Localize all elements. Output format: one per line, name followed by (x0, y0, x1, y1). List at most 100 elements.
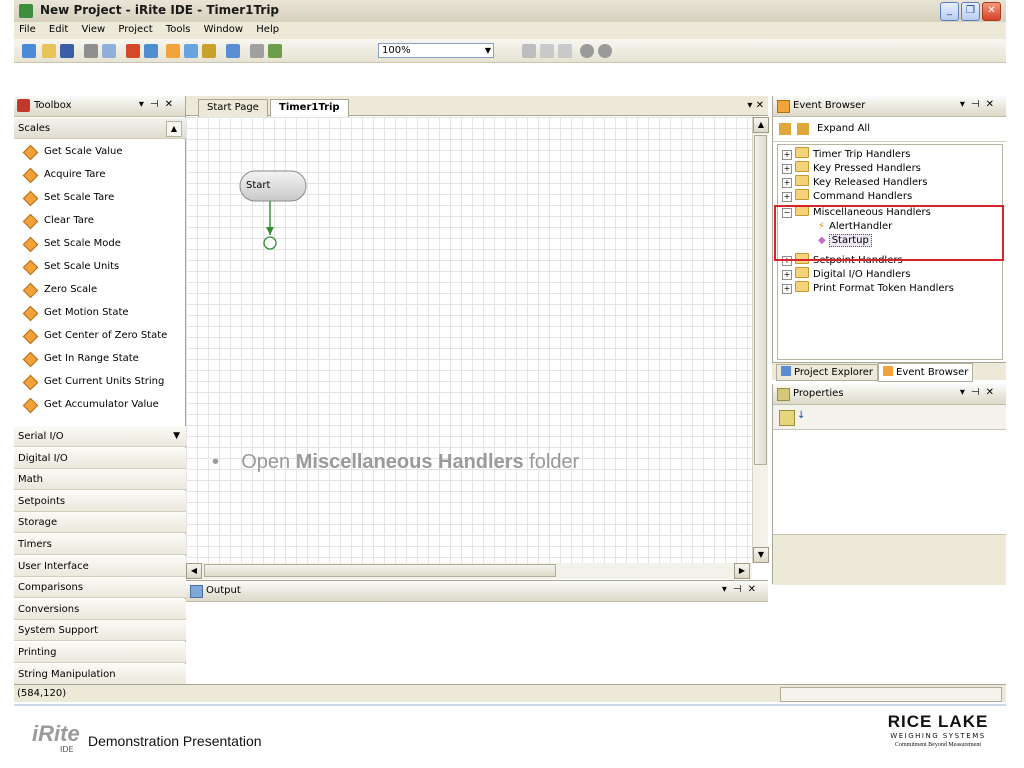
chevron-down-icon[interactable]: ▼ (173, 426, 180, 447)
menu-file[interactable]: File (14, 22, 41, 37)
toolbox-category[interactable]: String Manipulation (14, 663, 186, 685)
scroll-up-icon[interactable]: ▲ (753, 117, 769, 133)
maximize-button[interactable]: ❐ (961, 2, 980, 21)
vertical-scrollbar[interactable]: ▲ ▼ (752, 117, 769, 563)
tree-print-format[interactable]: + Print Format Token Handlers (782, 281, 954, 295)
tool-label: Acquire Tare (44, 169, 106, 180)
expand-icon[interactable] (797, 123, 809, 135)
expand-icon[interactable]: + (782, 284, 792, 294)
open-icon[interactable] (42, 44, 56, 58)
menu-help[interactable]: Help (251, 22, 284, 37)
scroll-down-icon[interactable]: ▼ (753, 547, 769, 563)
end-connector[interactable] (263, 236, 277, 250)
tab-timer1trip[interactable]: Timer1Trip (270, 99, 349, 117)
toolbox-category[interactable]: Timers (14, 534, 186, 555)
close-button[interactable]: ✕ (982, 2, 1001, 21)
horizontal-scrollbar[interactable]: ◀ ▶ (186, 563, 752, 579)
toolbox-title: Toolbox (34, 100, 72, 111)
tab-project-explorer[interactable]: Project Explorer (776, 364, 879, 381)
panel-controls[interactable]: ▾⊣✕ (722, 584, 762, 595)
toolbox-category[interactable]: Conversions (14, 598, 186, 620)
properties-title: Properties (793, 388, 844, 399)
tree-command[interactable]: + Command Handlers (782, 189, 912, 203)
toolbox-category[interactable]: Printing (14, 642, 186, 663)
paste-icon[interactable] (558, 44, 572, 58)
expand-icon[interactable]: + (782, 164, 792, 174)
menu-view[interactable]: View (76, 22, 110, 37)
list-icon[interactable] (250, 44, 264, 58)
tab-event-browser[interactable]: Event Browser (878, 363, 974, 382)
tool-item[interactable]: Acquire Tare (14, 163, 186, 186)
tree-key-released[interactable]: + Key Released Handlers (782, 175, 928, 189)
tool-item[interactable]: Get In Range State (14, 347, 186, 370)
chevron-up-icon[interactable]: ▲ (166, 121, 182, 137)
close-tab-icon[interactable]: ▾ ✕ (747, 100, 764, 111)
zoom-select[interactable]: 100% ▼ (378, 43, 494, 58)
category-label: Scales (18, 123, 51, 134)
new-project-icon[interactable] (22, 44, 36, 58)
brand-main: RICE LAKE (887, 712, 989, 731)
scroll-thumb[interactable] (754, 135, 767, 465)
event-browser-title: Event Browser (793, 100, 866, 111)
toolbox-category[interactable]: System Support (14, 620, 186, 642)
tool-label: Get Accumulator Value (44, 399, 159, 410)
flow-canvas[interactable]: Start • Open Miscellaneous Handlers fold… (186, 117, 752, 563)
tool-item[interactable]: Get Accumulator Value (14, 393, 186, 416)
scroll-right-icon[interactable]: ▶ (734, 563, 750, 579)
irite-logo: iRite IDE (32, 721, 92, 757)
panel-controls[interactable]: ▾⊣✕ (139, 99, 179, 110)
menu-window[interactable]: Window (199, 22, 248, 37)
menu-edit[interactable]: Edit (44, 22, 73, 37)
toolbox-category[interactable]: Storage (14, 512, 186, 534)
expand-icon[interactable]: + (782, 150, 792, 160)
toolbox-category[interactable]: Comparisons (14, 577, 186, 599)
scroll-left-icon[interactable]: ◀ (186, 563, 202, 579)
tool-item[interactable]: Get Current Units String (14, 370, 186, 393)
expand-icon[interactable]: + (782, 192, 792, 202)
tool-item[interactable]: Get Scale Value (14, 140, 186, 163)
toolbox-category[interactable]: Setpoints (14, 490, 186, 512)
copy-icon[interactable] (540, 44, 554, 58)
undo-icon[interactable] (580, 44, 594, 58)
tab-start-page[interactable]: Start Page (198, 99, 268, 117)
collapse-icon[interactable] (779, 123, 791, 135)
tool-item[interactable]: Get Center of Zero State (14, 324, 186, 347)
categorized-icon[interactable] (779, 410, 795, 426)
category-scales[interactable]: Scales ▲ (14, 118, 186, 139)
menu-tools[interactable]: Tools (161, 22, 196, 37)
toolbox-icon[interactable] (126, 44, 140, 58)
tool-item[interactable]: Set Scale Mode (14, 232, 186, 255)
redo-icon[interactable] (598, 44, 612, 58)
tool-item[interactable]: Zero Scale (14, 278, 186, 301)
tree-digital-io[interactable]: + Digital I/O Handlers (782, 267, 911, 281)
preview-icon[interactable] (102, 44, 116, 58)
menu-project[interactable]: Project (113, 22, 157, 37)
tree-timer-trip[interactable]: + Timer Trip Handlers (782, 147, 910, 161)
panel-controls[interactable]: ▾⊣✕ (960, 99, 1000, 110)
tool-item[interactable]: Set Scale Tare (14, 186, 186, 209)
toolbox-category[interactable]: User Interface (14, 555, 186, 577)
tool-item[interactable]: Get Motion State (14, 301, 186, 324)
send-icon[interactable] (184, 44, 198, 58)
tree-key-pressed[interactable]: + Key Pressed Handlers (782, 161, 921, 175)
expand-icon[interactable]: + (782, 178, 792, 188)
check-icon[interactable] (268, 44, 282, 58)
event-icon[interactable] (166, 44, 180, 58)
explorer-icon[interactable] (144, 44, 158, 58)
save-icon[interactable] (60, 44, 74, 58)
cut-icon[interactable] (522, 44, 536, 58)
expand-icon[interactable]: + (782, 270, 792, 280)
connect-icon[interactable] (226, 44, 240, 58)
tool-item[interactable]: Clear Tare (14, 209, 186, 232)
tool-item[interactable]: Set Scale Units (14, 255, 186, 278)
toolbox-category[interactable]: Math (14, 469, 186, 491)
receive-icon[interactable] (202, 44, 216, 58)
panel-controls[interactable]: ▾⊣✕ (960, 387, 1000, 398)
expand-all-button[interactable]: Expand All (817, 123, 870, 134)
toolbox-category[interactable]: Digital I/O (14, 447, 186, 469)
minimize-button[interactable]: _ (940, 2, 959, 21)
print-icon[interactable] (84, 44, 98, 58)
h-scroll-thumb[interactable] (204, 564, 556, 577)
sort-alpha-icon[interactable]: ↓ (797, 410, 805, 421)
toolbox-category[interactable]: Serial I/O ▼ (14, 426, 186, 447)
